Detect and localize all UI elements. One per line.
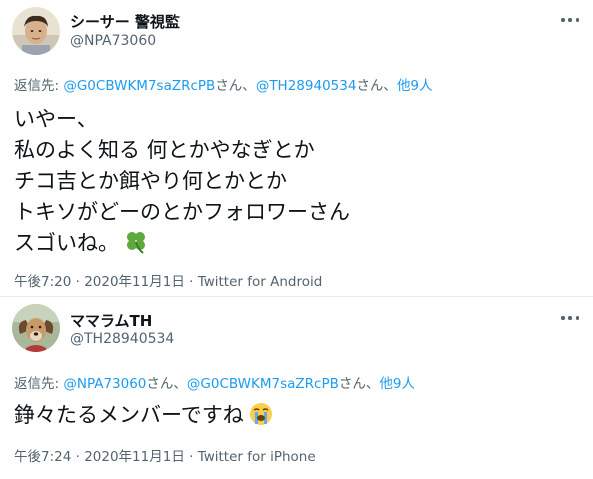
tweet-meta: 午後7:20 · 2020年11月1日 · Twitter for Androi… [14, 270, 322, 290]
tweet-text-segment: 錚々たるメンバーですね [14, 403, 244, 427]
reply-sep: さん、 [146, 376, 187, 392]
tweet-source: Twitter for iPhone [197, 449, 316, 465]
four-leaf-clover-icon [127, 232, 145, 254]
tweet-text-line: スゴいね。 [14, 228, 350, 259]
tweet-text-segment: スゴいね。 [14, 231, 119, 255]
reply-mention-link[interactable]: @G0CBWKM7saZRcPB [187, 376, 339, 392]
reply-prefix: 返信先: [14, 376, 64, 392]
more-options-icon[interactable] [561, 11, 579, 29]
tweet[interactable]: シーサー 警視監 @NPA73060 返信先: @G0CBWKM7saZRcPB… [0, 0, 593, 297]
reply-to-line: 返信先: @G0CBWKM7saZRcPBさん、@TH28940534さん、他9… [14, 74, 433, 94]
tweet-text-line: 錚々たるメンバーですね [14, 400, 274, 431]
user-handle[interactable]: @TH28940534 [70, 331, 174, 347]
reply-mention-link[interactable]: @TH28940534 [256, 78, 357, 94]
tweet-text-line: チコ吉とか餌やり何とかとか [14, 169, 287, 193]
avatar[interactable] [12, 304, 60, 352]
reply-mention-link[interactable]: @NPA73060 [63, 376, 146, 392]
user-handle[interactable]: @NPA73060 [70, 33, 156, 49]
tweet-time-link[interactable]: 午後7:20 [14, 274, 71, 290]
tweet-date-link[interactable]: 2020年11月1日 [84, 274, 185, 290]
tweet-text-line: 私のよく知る 何とかやなぎとか [14, 138, 315, 162]
more-options-icon[interactable] [561, 309, 579, 327]
tweet-meta: 午後7:24 · 2020年11月1日 · Twitter for iPhone [14, 445, 316, 465]
tweet-time-link[interactable]: 午後7:24 [14, 449, 71, 465]
reply-mention-link[interactable]: @G0CBWKM7saZRcPB [63, 78, 215, 94]
tweet-text: 錚々たるメンバーですね [14, 400, 274, 431]
avatar[interactable] [12, 7, 60, 55]
display-name[interactable]: ママラムTH [70, 310, 152, 331]
meta-separator: · [71, 449, 85, 465]
reply-to-line: 返信先: @NPA73060さん、@G0CBWKM7saZRcPBさん、他9人 [14, 372, 415, 392]
tweet-text-line: いやー、 [14, 107, 98, 131]
tweet-text: いやー、 私のよく知る 何とかやなぎとか チコ吉とか餌やり何とかとか トキソがど… [14, 104, 350, 259]
reply-others-link[interactable]: 他9人 [379, 376, 415, 392]
reply-prefix: 返信先: [14, 78, 64, 94]
reply-sep: さん、 [215, 78, 256, 94]
meta-separator: · [184, 449, 198, 465]
tweet-text-line: トキソがどーのとかフォロワーさん [14, 200, 350, 224]
meta-separator: · [184, 274, 198, 290]
loudly-crying-face-icon [249, 403, 272, 425]
reply-others-link[interactable]: 他9人 [397, 78, 433, 94]
reply-sep: さん、 [338, 376, 380, 392]
display-name[interactable]: シーサー 警視監 [70, 11, 180, 32]
meta-separator: · [71, 274, 85, 290]
reply-sep: さん、 [356, 78, 397, 94]
tweet-source: Twitter for Android [197, 274, 323, 290]
tweet[interactable]: ママラムTH @TH28940534 返信先: @NPA73060さん、@G0C… [0, 297, 593, 479]
tweet-date-link[interactable]: 2020年11月1日 [84, 449, 185, 465]
